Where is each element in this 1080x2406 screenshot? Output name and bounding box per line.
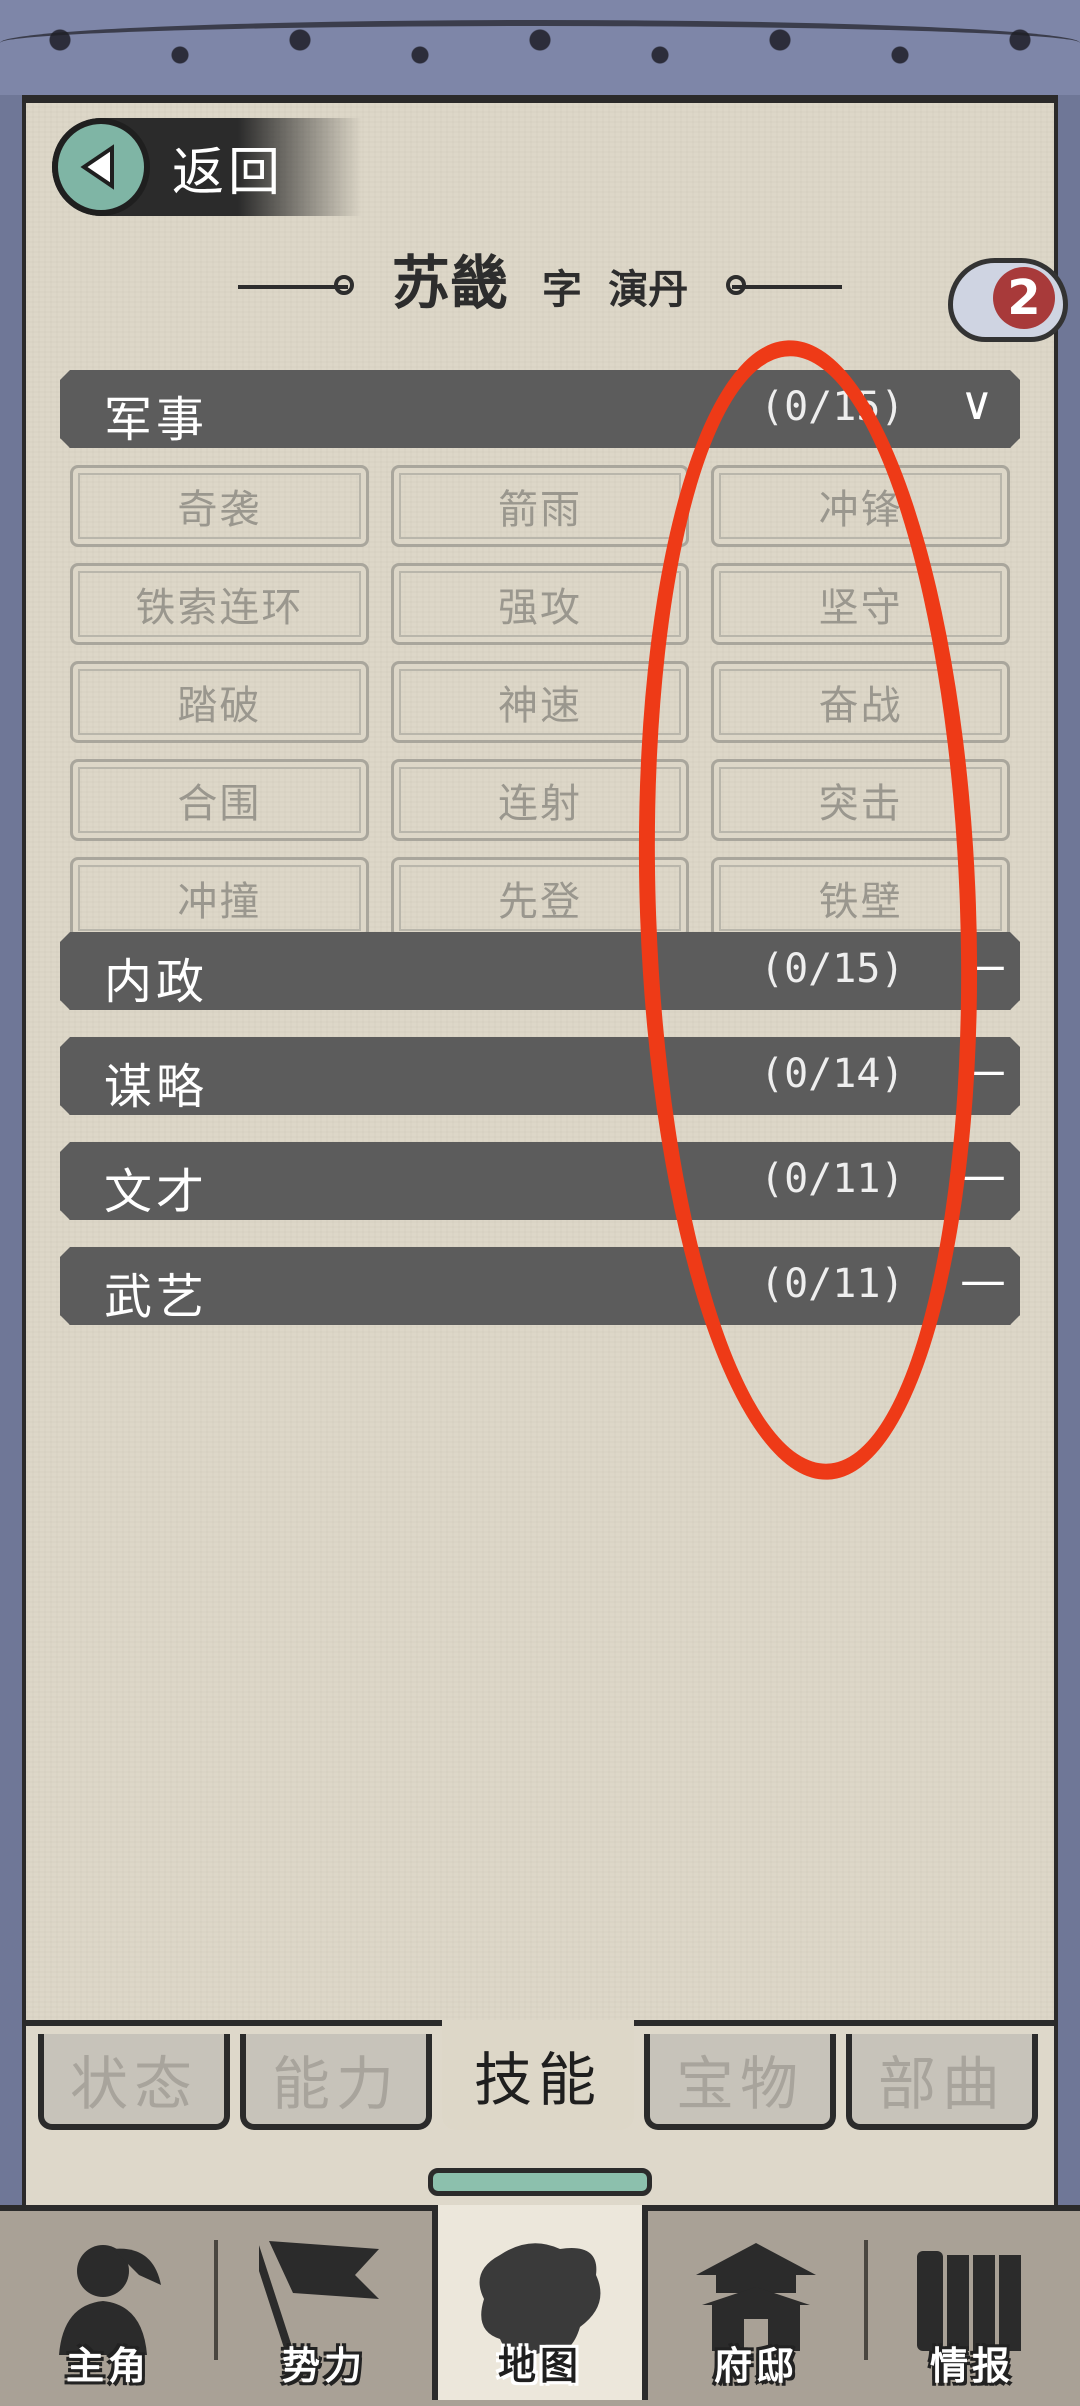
nav-intelligence[interactable]: 情报 [864,2205,1080,2400]
vine-ornament [0,20,1080,66]
zi-label: 字 [542,267,582,313]
collapse-icon[interactable]: — [960,1148,1006,1202]
skill-cell[interactable]: 强攻 [390,563,690,645]
skill-cell[interactable]: 踏破 [70,661,369,743]
category-military[interactable]: 军事 (0/15) ∨ [60,370,1020,448]
category-name: 内政 [104,954,209,1010]
skill-cell[interactable]: 突击 [711,759,1010,841]
nav-map[interactable]: 地图 [432,2205,648,2400]
category-martial[interactable]: 武艺 (0/11) — [60,1247,1020,1325]
courtesy-name: 演丹 [608,267,689,313]
skill-cell[interactable]: 合围 [70,759,369,841]
back-arrow-icon [52,118,150,216]
nav-label: 府邸 [713,2344,798,2388]
left-ornament-icon [237,274,354,295]
skill-cell[interactable]: 连射 [390,759,690,841]
category-strategy[interactable]: 谋略 (0/14) — [60,1037,1020,1115]
tab-skills[interactable]: 技能 [442,2020,634,2130]
skill-cell[interactable]: 奋战 [711,661,1010,743]
military-skill-grid: 奇袭 箭雨 冲锋 铁索连环 强攻 坚守 踏破 神速 奋战 合围 连射 突击 冲撞… [70,465,1010,939]
nav-label: 主角 [65,2344,150,2388]
cloud-badge-icon[interactable]: 2 [948,258,1068,342]
category-count: (0/11) [760,1156,905,1202]
nav-label: 地图 [497,2344,582,2388]
tab-status[interactable]: 状态 [38,2034,230,2130]
sub-tab-bar: 状态 能力 技能 宝物 部曲 [30,2020,1060,2130]
category-count: (0/15) [760,946,905,992]
character-title: 苏畿 字 演丹 [0,236,1080,320]
right-border [1054,95,1080,2205]
category-name: 谋略 [104,1059,209,1115]
category-count: (0/11) [760,1261,905,1307]
left-border [0,95,26,2205]
category-name: 军事 [104,392,209,448]
skill-cell[interactable]: 箭雨 [390,465,690,547]
tab-ability[interactable]: 能力 [240,2034,432,2130]
skill-cell[interactable]: 冲锋 [711,465,1010,547]
skill-cell[interactable]: 先登 [390,857,690,939]
tab-troops[interactable]: 部曲 [846,2034,1038,2130]
character-name: 苏畿 [391,249,508,317]
category-internal-affairs[interactable]: 内政 (0/15) — [60,932,1020,1010]
collapse-icon[interactable]: — [960,1043,1006,1097]
badge-count: 2 [993,267,1055,329]
skill-cell[interactable]: 冲撞 [70,857,369,939]
scroll-ornament [428,2168,652,2196]
skill-cell[interactable]: 铁壁 [711,857,1010,939]
nav-protagonist[interactable]: 主角 [0,2205,216,2400]
back-button[interactable]: 返回 [52,118,362,216]
right-ornament-icon [726,274,843,295]
skill-cell[interactable]: 铁索连环 [70,563,369,645]
category-name: 文才 [104,1164,209,1220]
top-decorative-border [0,0,1080,103]
category-name: 武艺 [104,1269,209,1325]
chevron-down-icon[interactable]: ∨ [960,376,994,430]
collapse-icon[interactable]: — [960,938,1006,992]
nav-label: 情报 [929,2344,1014,2388]
tab-treasure[interactable]: 宝物 [644,2034,836,2130]
nav-faction[interactable]: 势力 [216,2205,432,2400]
category-literary[interactable]: 文才 (0/11) — [60,1142,1020,1220]
category-count: (0/15) [760,384,905,430]
nav-label: 势力 [281,2344,366,2388]
skill-cell[interactable]: 神速 [390,661,690,743]
collapse-icon[interactable]: — [960,1253,1006,1307]
nav-residence[interactable]: 府邸 [648,2205,864,2400]
back-label: 返回 [172,142,285,203]
skill-cell[interactable]: 坚守 [711,563,1010,645]
category-count: (0/14) [760,1051,905,1097]
skill-cell[interactable]: 奇袭 [70,465,369,547]
